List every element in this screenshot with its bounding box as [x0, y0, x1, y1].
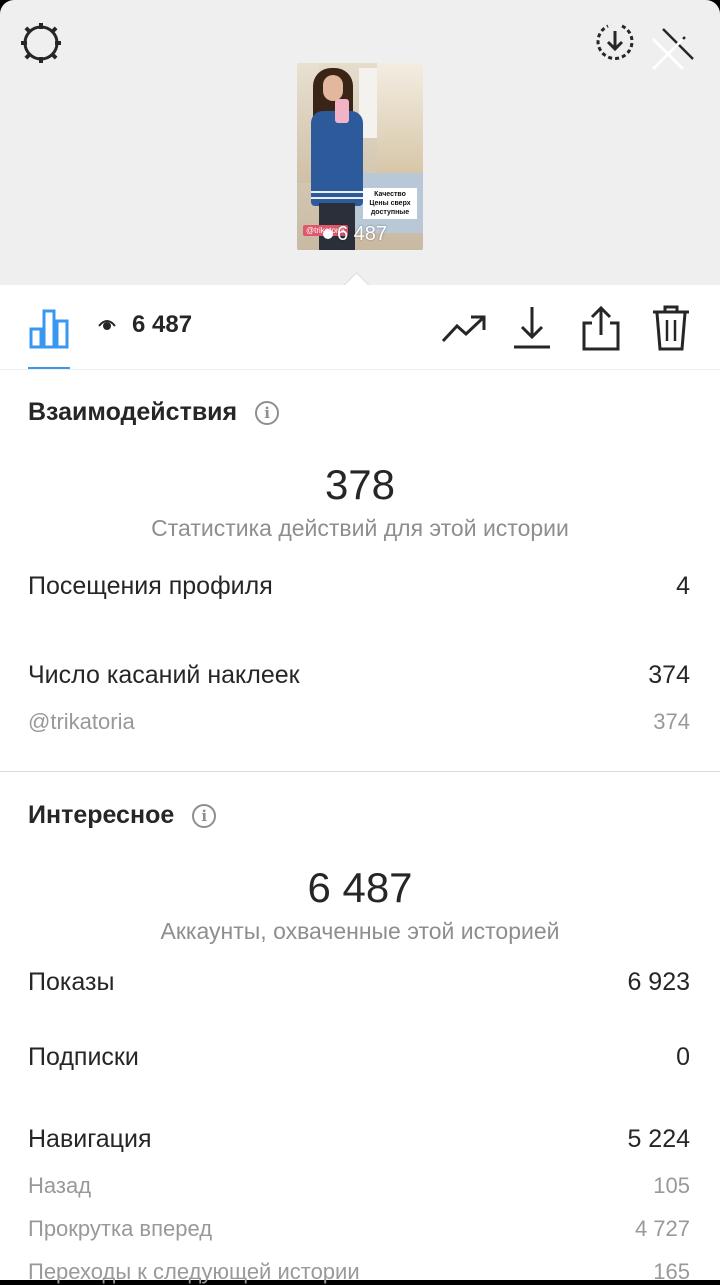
info-icon[interactable]: i — [255, 400, 280, 425]
stat-label: Посещения профиля — [28, 572, 273, 600]
thumbnail-views: 6 487 — [323, 223, 387, 245]
story-preview-header: Качество Цены сверх доступные @trikatori… — [0, 0, 720, 286]
stat-subvalue: 374 — [653, 709, 690, 734]
active-tab-indicator — [28, 367, 70, 369]
promote-button[interactable] — [440, 307, 488, 351]
insights-toolbar: 6 487 — [0, 285, 720, 370]
tab-insights[interactable] — [26, 305, 72, 351]
stat-subrow: Назад 105 — [28, 1173, 690, 1199]
insights-sheet: 6 487 Взаимодействия i 378 Статистика де… — [0, 285, 720, 1284]
download-icon — [514, 307, 550, 349]
stat-row: Подписки 0 — [28, 1043, 690, 1072]
stat-subvalue: 165 — [653, 1259, 690, 1284]
thumbnail-person-face — [323, 75, 343, 101]
stat-sublabel: Переходы к следующей истории — [28, 1259, 360, 1284]
stat-sublabel: Прокрутка вперед — [28, 1216, 213, 1241]
stat-subrow: @trikatoria 374 — [28, 709, 690, 735]
stat-subrow: Переходы к следующей истории 165 — [28, 1259, 690, 1285]
interactions-total: 378 — [324, 461, 396, 508]
thumbnail-phone — [335, 99, 349, 123]
settings-gear-icon — [21, 23, 61, 63]
stat-value: 4 — [676, 572, 690, 600]
stat-label: Подписки — [28, 1043, 139, 1071]
interactions-title: Взаимодействия — [28, 398, 238, 426]
delete-button[interactable] — [648, 303, 694, 353]
stat-value: 0 — [676, 1043, 690, 1071]
stat-row: Навигация 5 224 — [28, 1125, 690, 1154]
stat-label: Навигация — [28, 1125, 152, 1153]
save-story-button[interactable] — [592, 18, 638, 64]
interactions-total-label: Статистика действий для этой истории — [151, 515, 569, 541]
stat-sublabel: @trikatoria — [28, 709, 135, 734]
story-caption: Качество Цены сверх доступные — [363, 188, 417, 219]
stat-label: Число касаний наклеек — [28, 661, 300, 689]
stat-label: Показы — [28, 968, 115, 996]
close-button[interactable] — [642, 24, 698, 80]
stat-row: Посещения профиля 4 — [28, 572, 690, 601]
stat-value: 6 923 — [627, 968, 690, 996]
stat-sublabel: Назад — [28, 1173, 92, 1198]
share-button[interactable] — [578, 303, 624, 353]
eye-icon — [98, 320, 116, 330]
promote-trend-icon — [441, 315, 486, 343]
stat-value: 5 224 — [627, 1125, 690, 1153]
discovery-total-label: Аккаунты, охваченные этой историей — [160, 918, 560, 944]
thumbnail-sweater-stripe — [311, 191, 363, 193]
save-download-circle-icon — [596, 24, 634, 60]
stat-row: Число касаний наклеек 374 — [28, 661, 690, 690]
discovery-section-title: Интересное i — [28, 801, 217, 830]
stat-subvalue: 105 — [653, 1173, 690, 1198]
interactions-section-title: Взаимодействия i — [28, 398, 280, 427]
viewers-button[interactable]: 6 487 — [98, 311, 192, 339]
info-icon[interactable]: i — [192, 803, 217, 828]
stat-subvalue: 4 727 — [634, 1216, 690, 1241]
discovery-title: Интересное — [28, 801, 175, 829]
download-button[interactable] — [510, 303, 554, 353]
stat-subrow: Прокрутка вперед 4 727 — [28, 1216, 690, 1242]
thumbnail-sweater-stripe — [311, 197, 363, 199]
trash-icon — [653, 305, 689, 351]
share-icon — [582, 305, 620, 351]
story-thumbnail[interactable]: Качество Цены сверх доступные @trikatori… — [297, 63, 423, 250]
insights-bar-chart-icon — [29, 309, 69, 349]
eye-icon — [323, 229, 333, 239]
thumbnail-views-count: 6 487 — [337, 223, 388, 245]
stat-row: Показы 6 923 — [28, 968, 690, 997]
thumbnail-curtain — [377, 63, 423, 173]
section-divider — [0, 771, 720, 772]
viewers-count: 6 487 — [132, 311, 193, 338]
settings-button[interactable] — [18, 20, 64, 66]
stat-value: 374 — [648, 661, 690, 689]
close-icon — [651, 28, 694, 71]
discovery-total: 6 487 — [307, 864, 413, 911]
